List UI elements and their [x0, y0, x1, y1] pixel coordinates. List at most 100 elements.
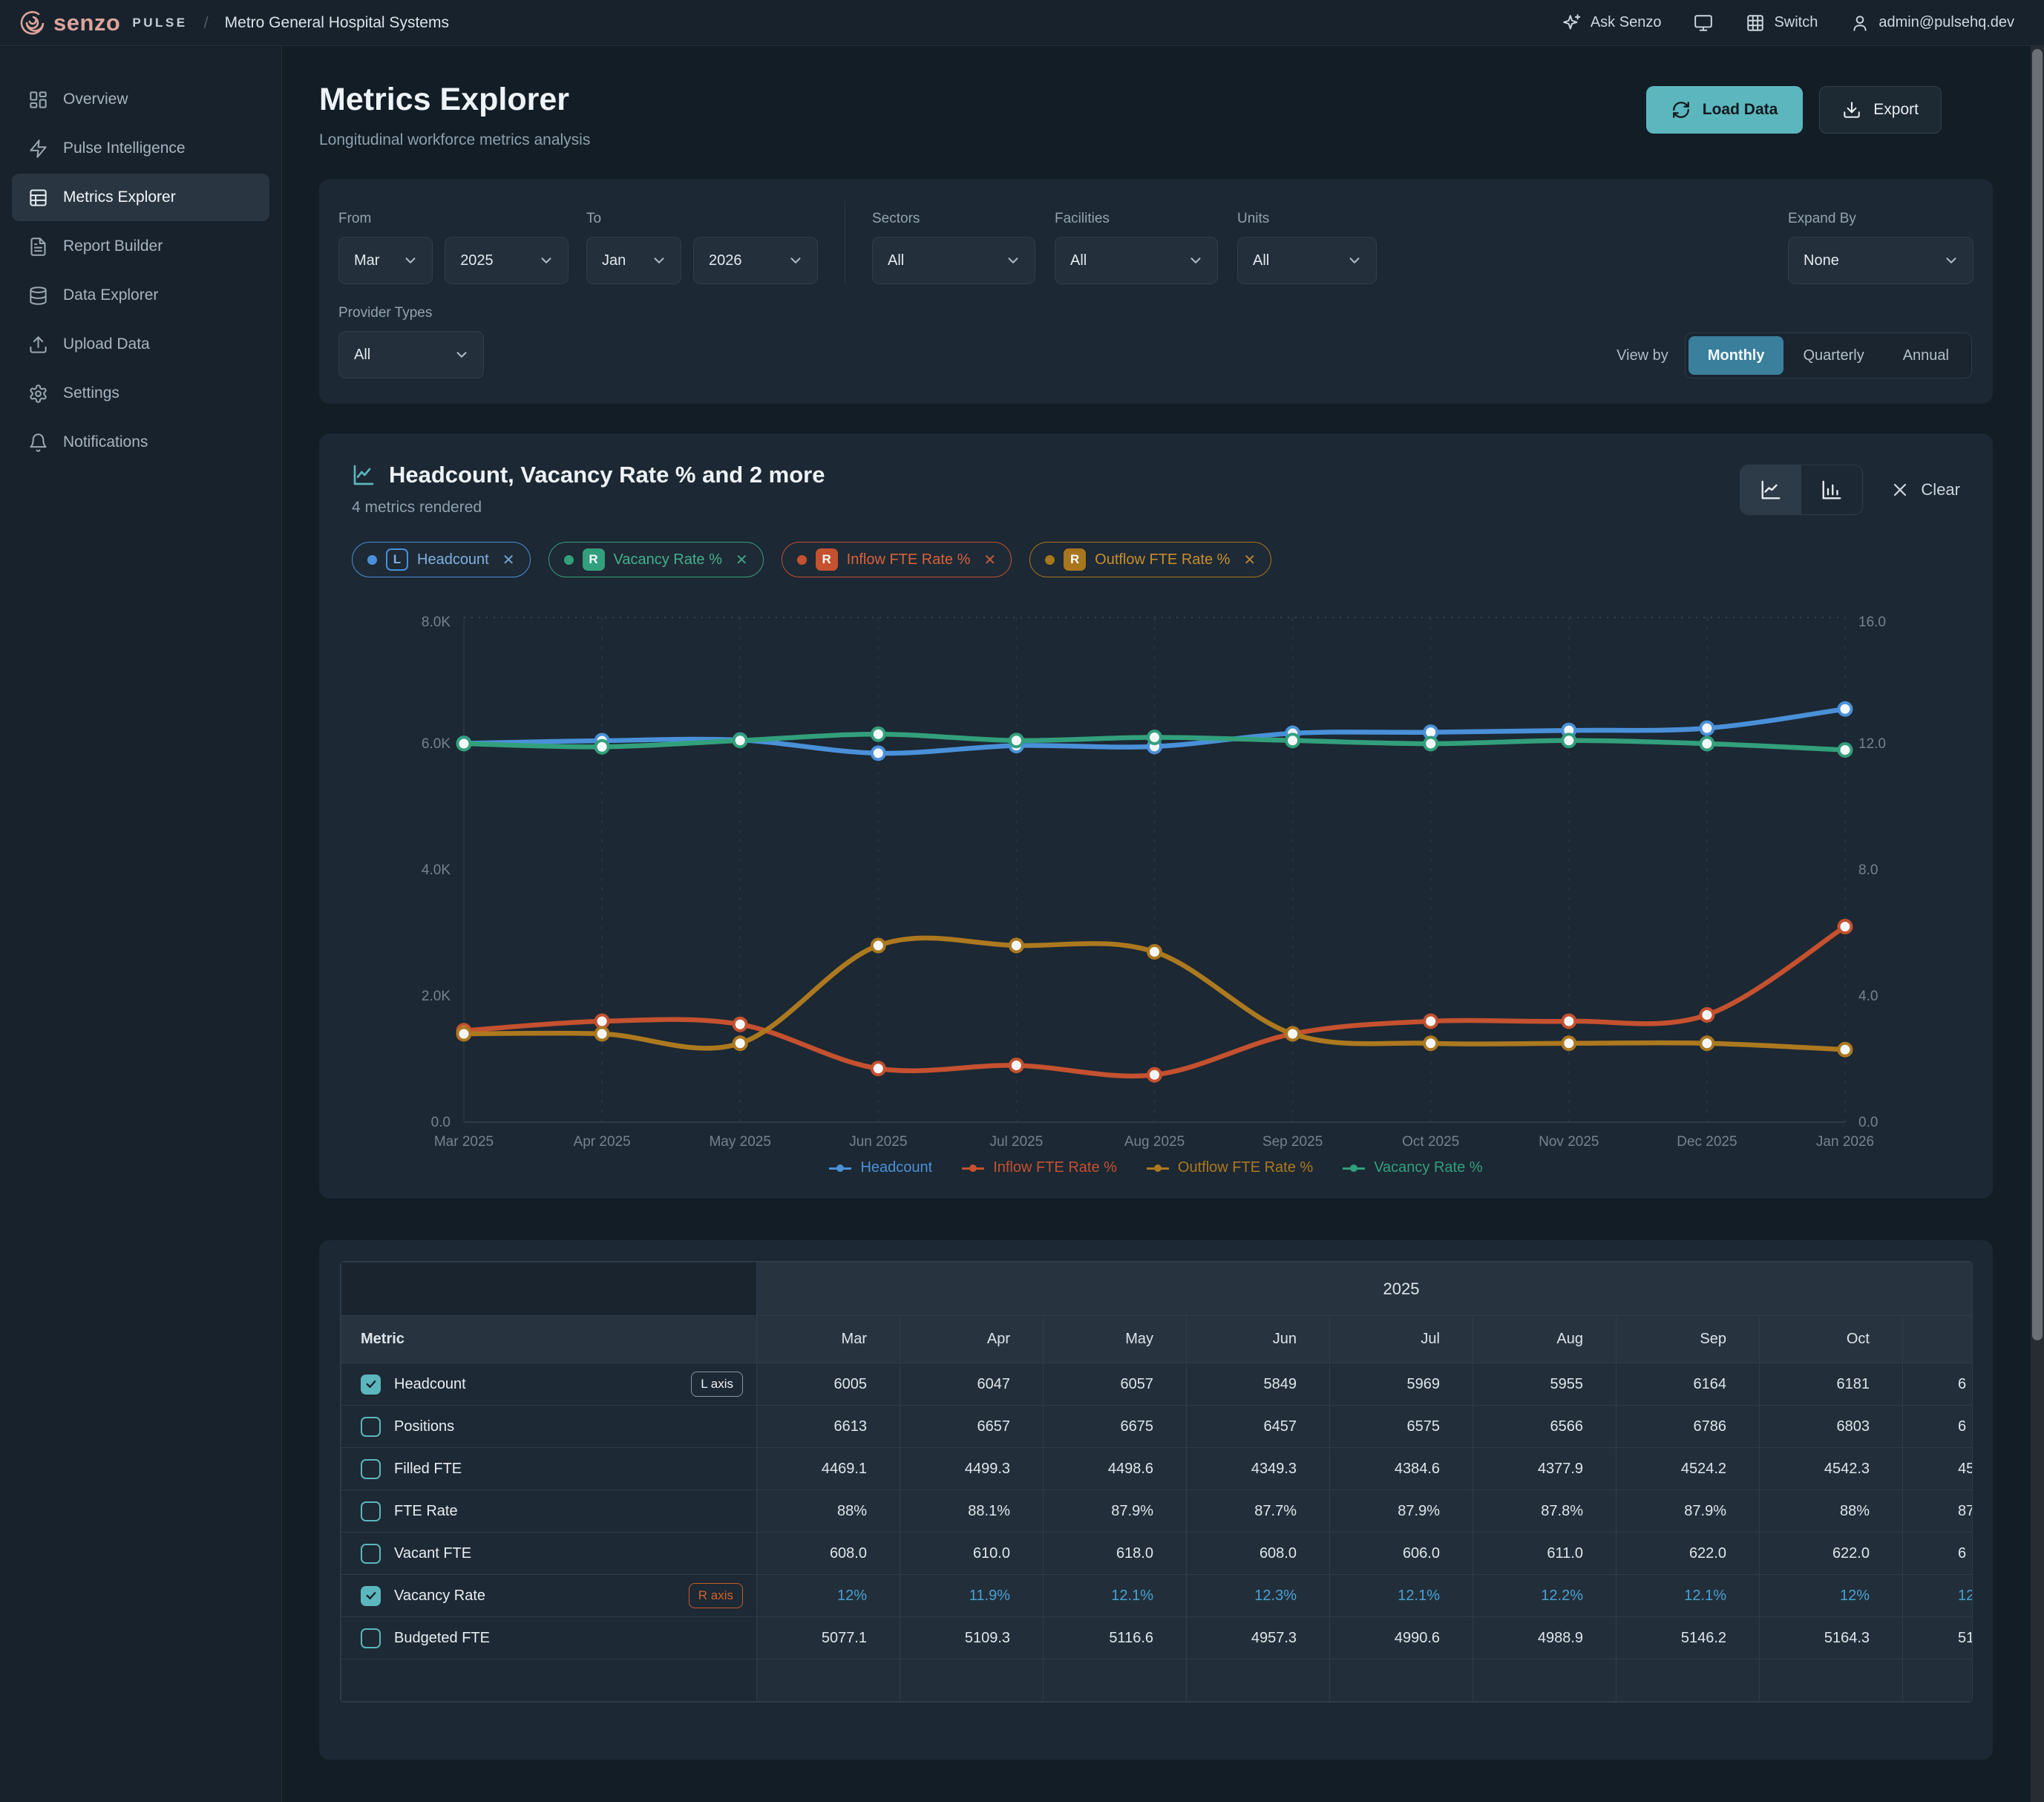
- month-column-header[interactable]: Aug: [1473, 1316, 1616, 1363]
- export-button[interactable]: Export: [1819, 86, 1942, 134]
- data-point[interactable]: [1562, 734, 1575, 747]
- switch-app-button[interactable]: Switch: [1746, 13, 1818, 33]
- metric-checkbox[interactable]: [361, 1544, 381, 1564]
- table-value-cell: 622.0: [1616, 1533, 1760, 1575]
- scrollbar-thumb[interactable]: [2032, 49, 2043, 1340]
- clear-button[interactable]: Clear: [1891, 480, 1960, 499]
- view-by-monthly-button[interactable]: Monthly: [1688, 336, 1784, 375]
- units-select[interactable]: All: [1237, 237, 1377, 284]
- from-month-select[interactable]: Mar: [338, 237, 433, 284]
- data-point[interactable]: [1839, 703, 1852, 715]
- data-point[interactable]: [1148, 731, 1161, 744]
- view-by-quarterly-button[interactable]: Quarterly: [1783, 336, 1883, 375]
- data-point[interactable]: [1424, 1037, 1437, 1049]
- to-month-select[interactable]: Jan: [586, 237, 681, 284]
- data-point[interactable]: [1700, 1009, 1713, 1021]
- data-point[interactable]: [734, 1037, 747, 1049]
- vertical-scrollbar[interactable]: [2031, 46, 2044, 1802]
- display-mode-button[interactable]: [1694, 13, 1713, 33]
- line-chart-toggle-button[interactable]: [1740, 465, 1801, 514]
- data-point[interactable]: [1286, 1028, 1299, 1041]
- to-year-select[interactable]: 2026: [693, 237, 818, 284]
- metric-chip-vacancy-rate[interactable]: RVacancy Rate %✕: [548, 542, 764, 577]
- legend-item-vacancy-rate[interactable]: Vacancy Rate %: [1343, 1159, 1482, 1176]
- metric-checkbox[interactable]: [361, 1417, 381, 1437]
- month-column-header[interactable]: Oct: [1760, 1316, 1903, 1363]
- sidebar-item-notifications[interactable]: Notifications: [12, 419, 269, 466]
- legend-item-inflow-fte-rate[interactable]: Inflow FTE Rate %: [962, 1159, 1117, 1176]
- sidebar-item-upload-data[interactable]: Upload Data: [12, 321, 269, 368]
- data-point[interactable]: [1839, 1043, 1852, 1056]
- data-point[interactable]: [872, 940, 885, 952]
- data-point[interactable]: [596, 741, 609, 753]
- ask-senzo-button[interactable]: Ask Senzo: [1562, 13, 1662, 33]
- from-year-select[interactable]: 2025: [445, 237, 569, 284]
- data-point[interactable]: [1839, 920, 1852, 933]
- metric-checkbox[interactable]: [361, 1628, 381, 1648]
- sidebar-item-pulse-intelligence[interactable]: Pulse Intelligence: [12, 125, 269, 172]
- close-icon[interactable]: ✕: [502, 551, 515, 569]
- data-point[interactable]: [734, 734, 747, 747]
- month-column-header[interactable]: Apr: [900, 1316, 1044, 1363]
- data-point[interactable]: [458, 1028, 471, 1041]
- metric-chip-inflow-fte-rate[interactable]: RInflow FTE Rate %✕: [782, 542, 1012, 577]
- close-icon[interactable]: ✕: [1243, 551, 1256, 569]
- data-point[interactable]: [596, 1015, 609, 1028]
- data-point[interactable]: [1148, 1069, 1161, 1081]
- bar-chart-toggle-button[interactable]: [1801, 465, 1862, 514]
- facilities-select[interactable]: All: [1055, 237, 1218, 284]
- month-column-header[interactable]: Mar: [757, 1316, 900, 1363]
- provider-types-select[interactable]: All: [338, 331, 484, 379]
- data-point[interactable]: [734, 1018, 747, 1031]
- metric-checkbox[interactable]: [361, 1375, 381, 1395]
- data-point[interactable]: [596, 1028, 609, 1041]
- data-point[interactable]: [1839, 744, 1852, 756]
- metric-checkbox[interactable]: [361, 1586, 381, 1606]
- data-point[interactable]: [458, 738, 471, 750]
- data-point[interactable]: [1562, 1037, 1575, 1049]
- metric-checkbox[interactable]: [361, 1459, 381, 1479]
- data-point[interactable]: [1424, 738, 1437, 750]
- table-value-cell: 4542.3: [1760, 1448, 1903, 1490]
- brand-logo[interactable]: senzo PULSE: [19, 10, 188, 36]
- sidebar-item-overview[interactable]: Overview: [12, 76, 269, 123]
- data-point[interactable]: [1010, 734, 1023, 747]
- metric-checkbox[interactable]: [361, 1501, 381, 1521]
- data-point[interactable]: [1562, 1015, 1575, 1028]
- table-value-cell: 4990.6: [1330, 1617, 1473, 1660]
- load-data-button[interactable]: Load Data: [1646, 86, 1804, 134]
- expand-by-select[interactable]: None: [1788, 237, 1973, 284]
- data-point[interactable]: [1148, 946, 1161, 958]
- data-point[interactable]: [1286, 734, 1299, 747]
- sidebar-item-settings[interactable]: Settings: [12, 370, 269, 417]
- legend-item-headcount[interactable]: Headcount: [829, 1159, 932, 1176]
- close-icon[interactable]: ✕: [983, 551, 996, 569]
- table-value-cell: [900, 1660, 1044, 1702]
- user-account[interactable]: admin@pulsehq.dev: [1850, 13, 2014, 33]
- metric-chip-outflow-fte-rate[interactable]: ROutflow FTE Rate %✕: [1029, 542, 1271, 577]
- legend-item-outflow-fte-rate[interactable]: Outflow FTE Rate %: [1147, 1159, 1313, 1176]
- month-column-header[interactable]: Sep: [1616, 1316, 1760, 1363]
- data-point[interactable]: [872, 747, 885, 759]
- month-column-header[interactable]: Jun: [1187, 1316, 1330, 1363]
- metric-chip-headcount[interactable]: LHeadcount✕: [352, 542, 531, 577]
- data-point[interactable]: [1010, 1059, 1023, 1072]
- table-value-cell: 12%: [757, 1575, 900, 1617]
- chart-subtitle: 4 metrics rendered: [352, 499, 825, 517]
- sidebar-item-label: Report Builder: [63, 237, 163, 255]
- data-point[interactable]: [1700, 1037, 1713, 1049]
- data-point[interactable]: [872, 1062, 885, 1075]
- close-icon[interactable]: ✕: [736, 551, 748, 569]
- data-point[interactable]: [1700, 722, 1713, 735]
- month-column-header[interactable]: Jul: [1330, 1316, 1473, 1363]
- sidebar-item-metrics-explorer[interactable]: Metrics Explorer: [12, 174, 269, 221]
- month-column-header[interactable]: May: [1044, 1316, 1187, 1363]
- view-by-annual-button[interactable]: Annual: [1884, 336, 1968, 375]
- sidebar-item-report-builder[interactable]: Report Builder: [12, 223, 269, 270]
- data-point[interactable]: [1424, 1015, 1437, 1028]
- data-point[interactable]: [872, 728, 885, 741]
- sidebar-item-data-explorer[interactable]: Data Explorer: [12, 272, 269, 319]
- data-point[interactable]: [1700, 738, 1713, 750]
- sectors-select[interactable]: All: [872, 237, 1035, 284]
- data-point[interactable]: [1010, 940, 1023, 952]
